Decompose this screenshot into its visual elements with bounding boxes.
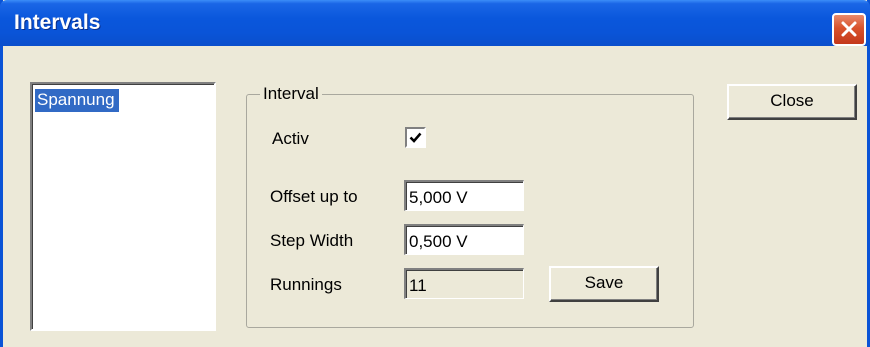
step-width-field[interactable]: 0,500 V [404,224,524,255]
runnings-field: 11 [404,268,524,299]
checkmark-icon [409,132,422,143]
offset-label: Offset up to [270,187,358,206]
window-title: Intervals [14,11,101,34]
runnings-label: Runnings [270,275,342,294]
close-icon [841,21,857,37]
interval-group-title: Interval [260,84,322,104]
activ-label: Activ [272,129,309,148]
close-button[interactable]: Close [727,84,857,120]
step-width-label: Step Width [270,231,354,250]
title-bar[interactable]: Intervals [0,0,870,46]
save-button[interactable]: Save [549,266,659,302]
list-item-spannung[interactable]: Spannung [34,88,120,113]
offset-field[interactable]: 5,000 V [404,180,524,211]
interval-list[interactable]: Spannung [30,82,216,331]
window-close-button[interactable] [832,13,866,46]
activ-checkbox[interactable] [405,127,426,148]
